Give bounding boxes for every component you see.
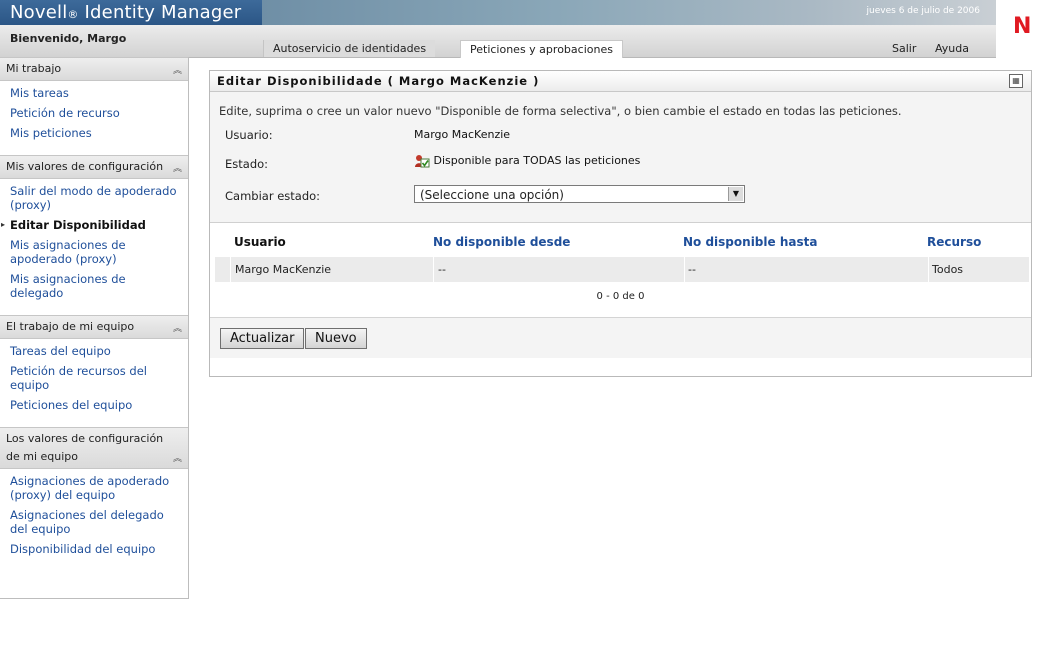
product-name: Identity Manager xyxy=(78,2,242,23)
cell-user: Margo MacKenzie xyxy=(231,257,434,282)
product-logo: Novell® Identity Manager xyxy=(10,2,241,23)
col-header-unavailable-from[interactable]: No disponible desde xyxy=(433,235,570,249)
collapse-icon[interactable]: ︽ xyxy=(171,453,184,466)
panel-title: Editar Disponibilidade ( Margo MacKenzie… xyxy=(217,74,540,88)
section-title: Los valores de configuración de mi equip… xyxy=(6,432,164,463)
app-header: Novell® Identity Manager jueves 6 de jul… xyxy=(0,0,996,58)
status-value: Disponible para TODAS las peticiones xyxy=(433,154,641,167)
sidebar-section-my-work[interactable]: Mi trabajo ︽ xyxy=(0,57,188,81)
brand-name: Novell xyxy=(10,2,68,23)
availability-form: Edite, suprima o cree un valor nuevo "Di… xyxy=(210,92,1031,223)
tab-identity-self-service[interactable]: Autoservicio de identidades xyxy=(263,40,436,57)
section-title: El trabajo de mi equipo xyxy=(6,320,135,333)
sidebar-item-my-requests[interactable]: Mis peticiones xyxy=(0,123,188,143)
brand-bar: Novell® Identity Manager xyxy=(0,0,262,25)
sidebar: Mi trabajo ︽ Mis tareas Petición de recu… xyxy=(0,57,189,599)
col-header-unavailable-until[interactable]: No disponible hasta xyxy=(683,235,817,249)
sidebar-item-my-proxy-assignments[interactable]: Mis asignaciones de apoderado (proxy) xyxy=(0,235,188,269)
header-banner: jueves 6 de julio de 2006 xyxy=(262,0,996,25)
sidebar-item-exit-proxy[interactable]: Salir del modo de apoderado (proxy) xyxy=(0,181,188,215)
sidebar-item-team-requests[interactable]: Peticiones del equipo xyxy=(0,395,188,415)
status-value-wrap: Disponible para TODAS las peticiones xyxy=(414,154,640,168)
select-value: (Seleccione una opción) xyxy=(420,188,564,202)
panel-header: Editar Disponibilidade ( Margo MacKenzie… xyxy=(210,71,1031,92)
welcome-bar: Bienvenido, Margo Autoservicio de identi… xyxy=(0,25,996,58)
user-label: Usuario: xyxy=(225,128,273,142)
tab-requests-approvals[interactable]: Peticiones y aprobaciones xyxy=(460,40,623,58)
cell-unavailable-from: -- xyxy=(434,257,685,282)
intro-text: Edite, suprima o cree un valor nuevo "Di… xyxy=(219,104,902,118)
available-status-icon xyxy=(415,155,430,168)
sidebar-section-my-settings[interactable]: Mis valores de configuración ︽ xyxy=(0,155,188,179)
change-status-label: Cambiar estado: xyxy=(225,189,321,203)
logout-link[interactable]: Salir xyxy=(892,40,916,57)
change-status-select[interactable]: (Seleccione una opción) ▼ xyxy=(414,185,745,203)
section-title: Mi trabajo xyxy=(6,62,62,75)
sidebar-item-team-delegate-assignments[interactable]: Asignaciones del delegado del equipo xyxy=(0,505,188,539)
sidebar-section-team-settings[interactable]: Los valores de configuración de mi equip… xyxy=(0,427,188,469)
sidebar-item-resource-request[interactable]: Petición de recurso xyxy=(0,103,188,123)
row-spacer xyxy=(215,257,231,282)
section-title: Mis valores de configuración xyxy=(6,160,164,173)
sidebar-section-team-work[interactable]: El trabajo de mi equipo ︽ xyxy=(0,315,188,339)
sidebar-item-team-availability[interactable]: Disponibilidad del equipo xyxy=(0,539,188,559)
sidebar-item-team-tasks[interactable]: Tareas del equipo xyxy=(0,341,188,361)
header-date: jueves 6 de julio de 2006 xyxy=(866,6,980,16)
dropdown-arrow-icon[interactable]: ▼ xyxy=(728,187,743,201)
button-bar: Actualizar Nuevo xyxy=(210,317,1031,358)
edit-availability-panel: Editar Disponibilidade ( Margo MacKenzie… xyxy=(209,70,1032,377)
sidebar-item-team-resource-request[interactable]: Petición de recursos del equipo xyxy=(0,361,188,395)
status-label: Estado: xyxy=(225,157,269,171)
novell-n-logo: N xyxy=(1013,14,1032,39)
col-header-resource[interactable]: Recurso xyxy=(927,235,981,249)
update-button[interactable]: Actualizar xyxy=(220,328,305,349)
brand-reg-mark: ® xyxy=(67,8,79,21)
panel-menu-icon[interactable]: ▦ xyxy=(1009,74,1023,88)
collapse-icon[interactable]: ︽ xyxy=(171,65,184,78)
availability-table: Usuario No disponible desde No disponibl… xyxy=(210,223,1031,317)
cell-unavailable-until: -- xyxy=(684,257,929,282)
new-button[interactable]: Nuevo xyxy=(305,328,367,349)
sidebar-item-team-proxy-assignments[interactable]: Asignaciones de apoderado (proxy) del eq… xyxy=(0,471,188,505)
help-link[interactable]: Ayuda xyxy=(935,40,969,57)
cell-resource: Todos xyxy=(932,263,964,276)
collapse-icon[interactable]: ︽ xyxy=(171,163,184,176)
collapse-icon[interactable]: ︽ xyxy=(171,323,184,336)
sidebar-item-edit-availability[interactable]: Editar Disponibilidad xyxy=(0,215,188,235)
table-row[interactable]: Margo MacKenzie -- -- Todos xyxy=(215,257,1029,282)
col-header-user: Usuario xyxy=(234,235,286,249)
user-value: Margo MacKenzie xyxy=(414,128,511,141)
sidebar-item-my-delegate-assignments[interactable]: Mis asignaciones de delegado xyxy=(0,269,188,303)
sidebar-item-my-tasks[interactable]: Mis tareas xyxy=(0,83,188,103)
pager-text: 0 - 0 de 0 xyxy=(596,291,645,302)
welcome-text: Bienvenido, Margo xyxy=(10,32,127,45)
